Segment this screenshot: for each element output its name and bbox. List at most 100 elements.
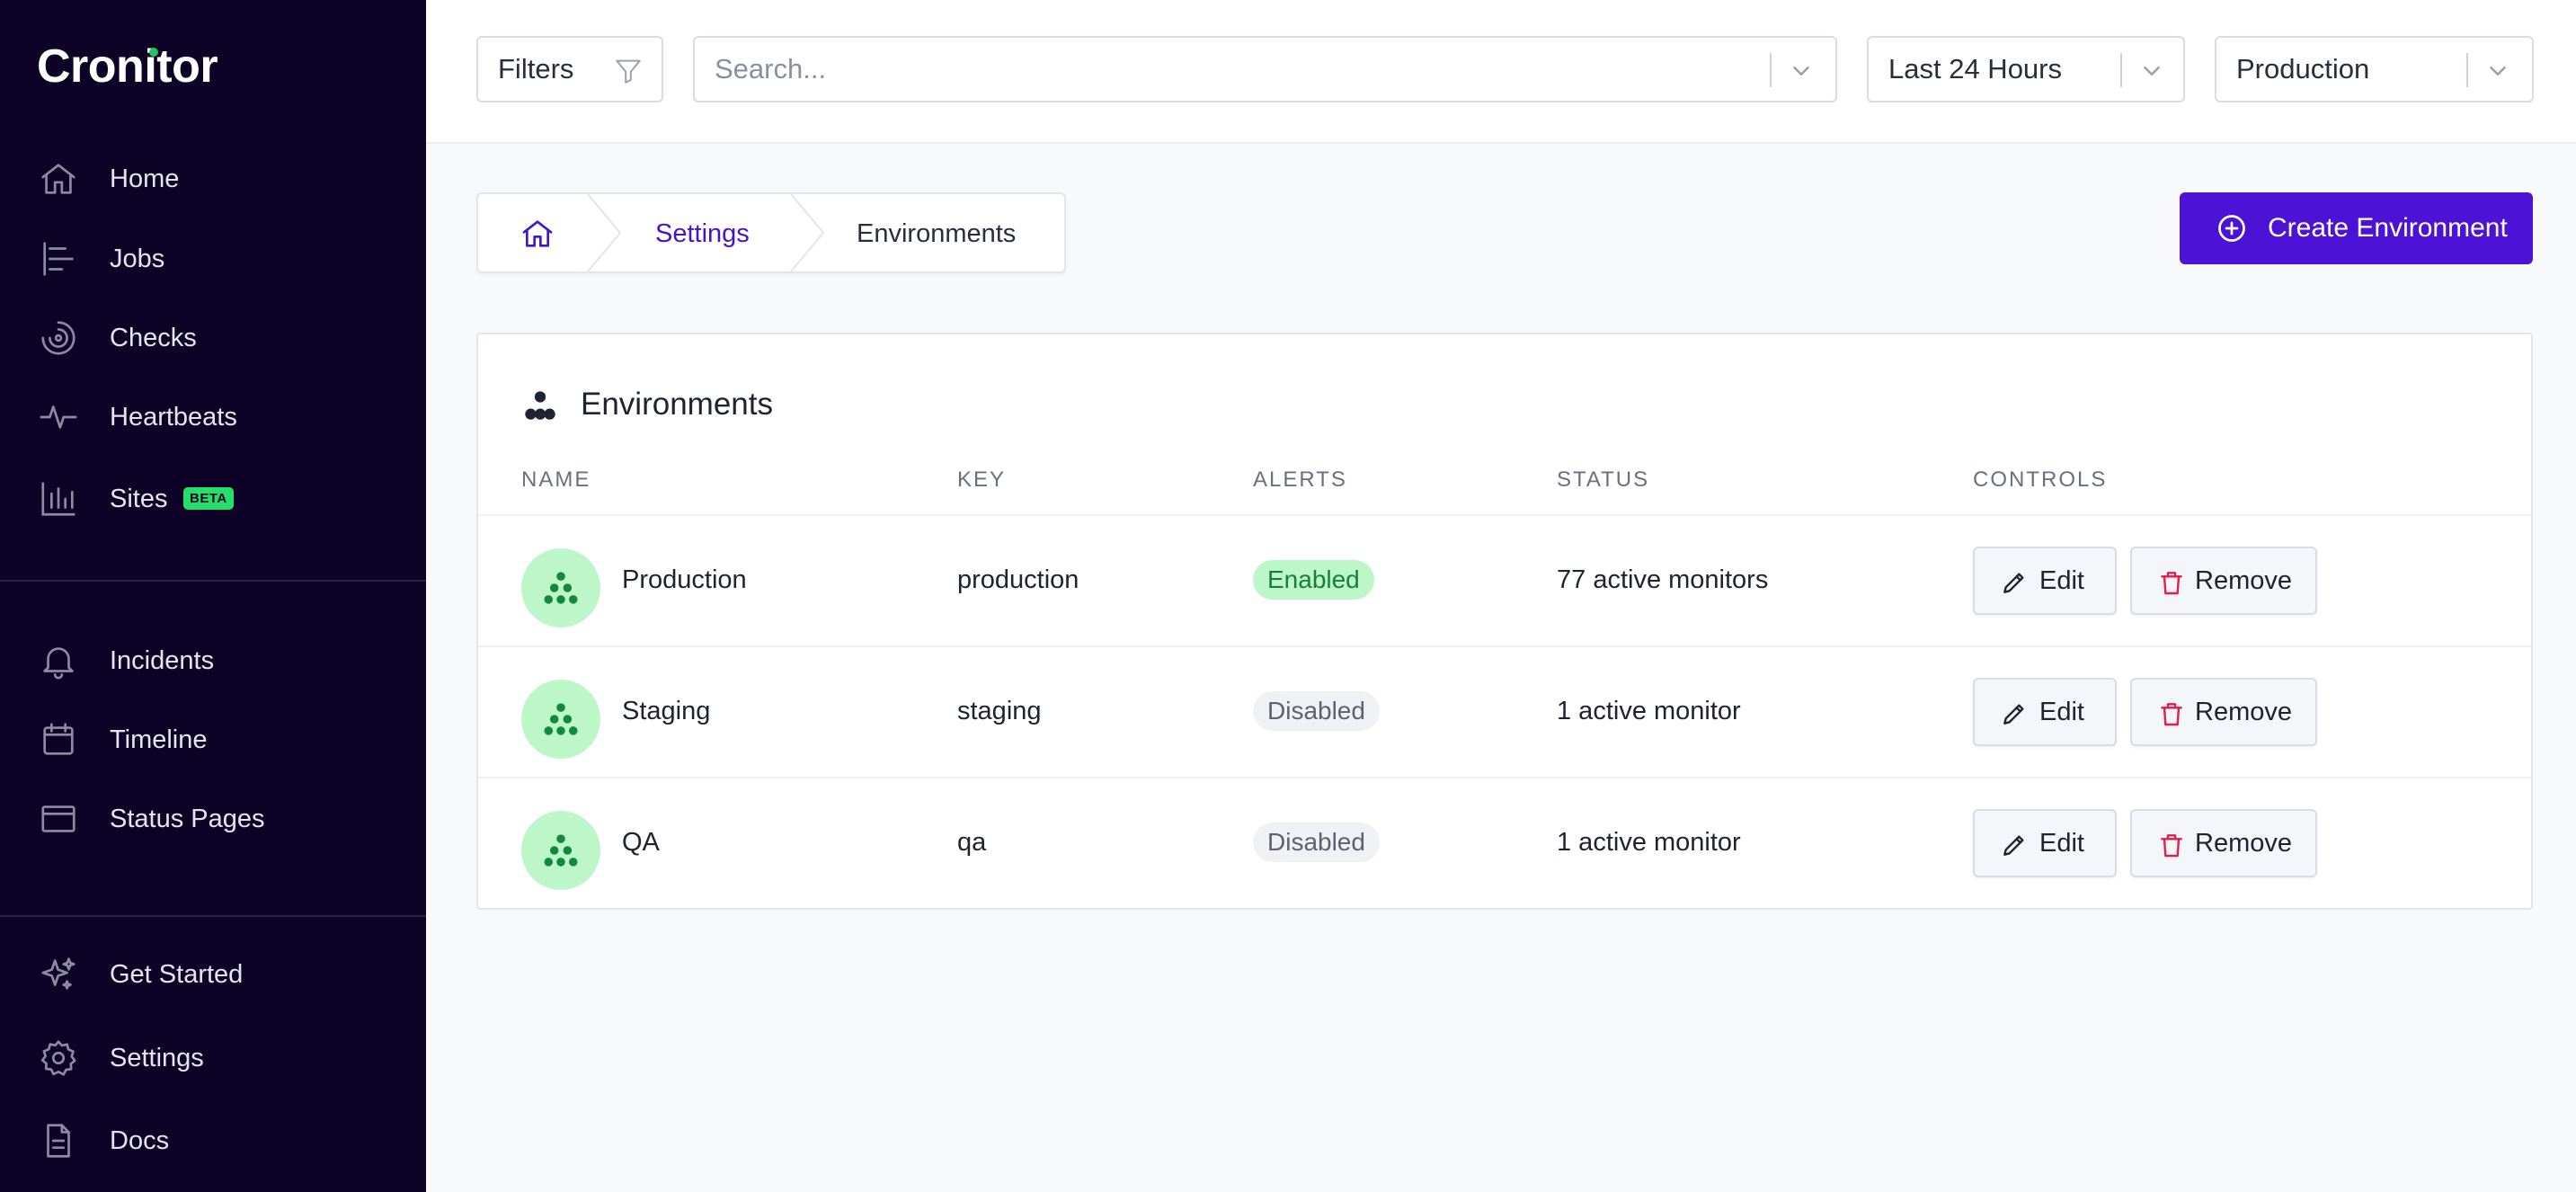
brand-logo[interactable]: Cronitor [37,40,218,93]
environment-avatar [521,680,600,759]
pencil-icon [2003,704,2024,725]
sidebar-item-label: Heartbeats [110,402,237,431]
environment-status: 77 active monitors [1557,565,1769,594]
pencil-icon [2003,573,2024,593]
breadcrumb-settings-link[interactable]: Settings [655,219,750,249]
edit-button-label: Edit [2039,829,2084,858]
edit-button-label: Edit [2039,698,2084,726]
environments-icon [525,391,555,420]
sidebar-item-home[interactable]: Home [0,152,426,206]
alerts-badge: Disabled [1253,823,1380,862]
sidebar-item-label: Docs [110,1125,170,1155]
search-separator [1770,53,1772,87]
trash-icon [2161,834,2182,858]
environment-name: Production [622,565,747,594]
heartbeat-icon [38,396,79,438]
column-header-name: NAME [521,467,591,492]
time-range-separator [2120,53,2122,87]
breadcrumb-separator [790,194,825,271]
sidebar-item-status-pages[interactable]: Status Pages [0,792,426,846]
column-header-key: KEY [957,467,1007,492]
gear-icon [38,1037,79,1079]
jobs-icon [38,238,79,280]
environment-icon [544,703,578,735]
sidebar-item-docs[interactable]: Docs [0,1114,426,1168]
remove-button-label: Remove [2195,829,2292,858]
create-environment-button[interactable]: Create Environment [2180,192,2533,264]
breadcrumb-current: Environments [857,219,1017,248]
edit-button[interactable]: Edit [1973,678,2117,746]
table-row: QA qa Disabled 1 active monitor Edit Rem… [478,777,2531,910]
trash-icon [2161,703,2182,726]
sidebar-item-label: Settings [110,1043,204,1072]
edit-button[interactable]: Edit [1973,547,2117,615]
beta-badge: BETA [183,487,234,510]
time-range-select[interactable]: Last 24 Hours [1867,36,2185,102]
environment-status: 1 active monitor [1557,828,1741,857]
remove-button[interactable]: Remove [2130,678,2317,746]
sidebar-divider [0,915,426,917]
sidebar-item-jobs[interactable]: Jobs [0,232,426,286]
table-row: Staging staging Disabled 1 active monito… [478,645,2531,778]
logo-dot [149,48,158,57]
search-input[interactable]: Search... [693,36,1837,102]
filter-icon [616,59,641,84]
panel-title: Environments [581,387,773,422]
filters-label: Filters [498,53,574,85]
browser-window-icon [38,798,79,840]
environment-avatar [521,811,600,890]
sidebar-item-settings[interactable]: Settings [0,1031,426,1085]
edit-button-label: Edit [2039,566,2084,595]
table-row: Production production Enabled 77 active … [478,514,2531,647]
sidebar-item-heartbeats[interactable]: Heartbeats [0,390,426,444]
environment-value: Production [2236,53,2370,85]
environment-separator [2466,53,2468,87]
pencil-icon [2003,835,2024,856]
top-bar: Filters Search... Last 24 Hours Producti… [426,0,2576,144]
sidebar-item-label: Status Pages [110,804,265,833]
sidebar-item-label: Jobs [110,244,165,273]
environment-icon [544,834,578,867]
alerts-badge: Enabled [1253,560,1374,600]
alerts-badge: Disabled [1253,691,1380,731]
trash-icon [2161,572,2182,595]
column-header-controls: CONTROLS [1973,467,2108,492]
environment-key: qa [957,828,987,857]
environment-avatar [521,548,600,627]
environment-name: QA [622,828,660,857]
document-icon [38,1120,79,1161]
environment-select[interactable]: Production [2215,36,2534,102]
breadcrumb: Settings Environments [476,192,1066,273]
chevron-down-icon[interactable] [2484,58,2511,85]
remove-button[interactable]: Remove [2130,809,2317,877]
search-placeholder: Search... [715,53,827,85]
column-header-status: STATUS [1557,467,1650,492]
environments-panel: Environments NAME KEY ALERTS STATUS CONT… [476,333,2533,910]
sidebar: Cronitor Home Jobs Checks Heartbeats Sit… [0,0,426,1192]
sidebar-item-get-started[interactable]: Get Started [0,947,426,1001]
sidebar-item-label: Incidents [110,645,215,675]
sparkles-icon [38,954,79,995]
sidebar-divider [0,580,426,582]
home-icon[interactable] [520,216,555,252]
sidebar-item-checks[interactable]: Checks [0,311,426,365]
sidebar-item-incidents[interactable]: Incidents [0,634,426,688]
remove-button[interactable]: Remove [2130,547,2317,615]
environment-icon [544,572,578,604]
sidebar-item-label: Home [110,164,180,193]
sidebar-item-label: Sites [110,484,168,513]
edit-button[interactable]: Edit [1973,809,2117,877]
remove-button-label: Remove [2195,698,2292,726]
sidebar-item-timeline[interactable]: Timeline [0,713,426,767]
sidebar-item-label: Timeline [110,725,208,754]
remove-button-label: Remove [2195,566,2292,595]
chevron-down-icon[interactable] [2138,58,2165,85]
environment-key: production [957,565,1079,594]
create-environment-label: Create Environment [2268,213,2508,243]
sidebar-item-sites[interactable]: Sites BETA [0,472,426,526]
environment-status: 1 active monitor [1557,697,1741,725]
filters-button[interactable]: Filters [476,36,663,102]
chevron-down-icon[interactable] [1788,58,1815,85]
sidebar-item-label: Checks [110,323,197,352]
environment-key: staging [957,697,1042,725]
